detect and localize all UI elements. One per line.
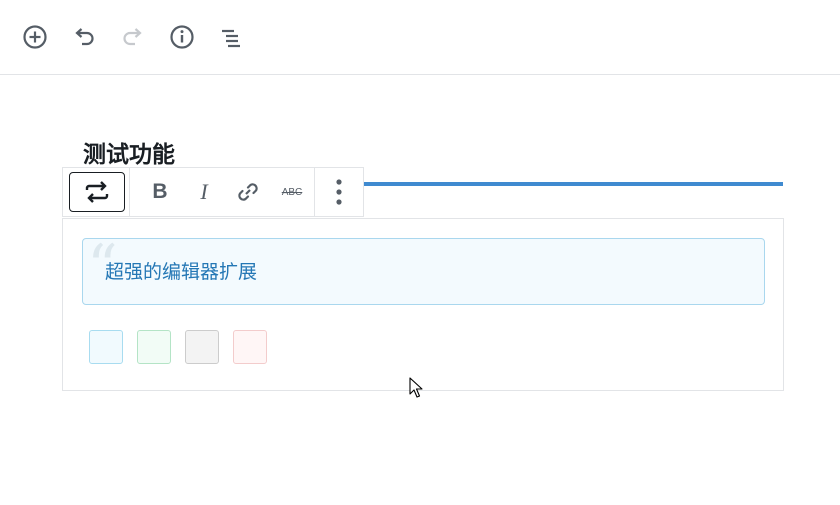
plus-circle-icon (23, 25, 47, 49)
quote-block[interactable]: “ 超强的编辑器扩展 (82, 232, 765, 305)
style-swatch-success[interactable] (137, 330, 171, 364)
block-navigation-button[interactable] (216, 22, 246, 52)
redo-button[interactable] (118, 22, 148, 52)
italic-button[interactable]: I (182, 172, 226, 212)
more-vertical-icon (336, 179, 342, 205)
bold-button[interactable]: B (138, 172, 182, 212)
block-toolbar: B I ABC (62, 167, 364, 217)
block-switcher-icon (85, 181, 109, 203)
strikethrough-button[interactable]: ABC (270, 172, 314, 212)
block-switcher-button[interactable] (69, 172, 125, 212)
separator-line (364, 182, 783, 186)
add-block-button[interactable] (20, 22, 50, 52)
info-icon (170, 25, 194, 49)
editor-header-toolbar (0, 0, 840, 75)
style-swatch-info[interactable] (89, 330, 123, 364)
format-group: B I ABC (130, 168, 315, 216)
list-view-icon (222, 29, 240, 48)
bold-icon: B (152, 180, 168, 203)
undo-icon (75, 28, 94, 46)
style-swatch-neutral[interactable] (185, 330, 219, 364)
more-options-button[interactable] (317, 172, 361, 212)
mouse-pointer-icon (409, 377, 423, 398)
quote-text[interactable]: 超强的编辑器扩展 (105, 259, 257, 285)
block-info-button[interactable] (167, 22, 197, 52)
italic-icon: I (200, 179, 208, 204)
link-icon (238, 183, 258, 201)
quote-block-panel: “ 超强的编辑器扩展 (62, 218, 784, 391)
style-swatch-danger[interactable] (233, 330, 267, 364)
block-switcher-group (63, 168, 130, 216)
more-options-group (315, 168, 363, 216)
strikethrough-icon: ABC (281, 186, 303, 198)
redo-icon (123, 28, 142, 46)
undo-button[interactable] (69, 22, 99, 52)
link-button[interactable] (226, 172, 270, 212)
